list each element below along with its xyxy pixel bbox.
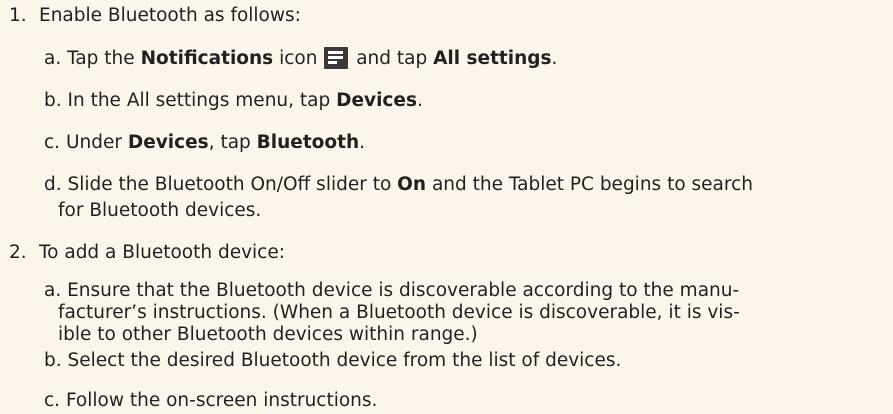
all-settings-term: All settings (433, 48, 552, 69)
substep-letter: b. (44, 350, 62, 371)
substep-text: . (551, 48, 558, 69)
substep-letter: c. (44, 132, 61, 153)
step-2: 2. To add a Bluetooth device: (9, 240, 285, 266)
step-text: Enable Bluetooth as follows: (39, 5, 301, 26)
substep-1a: a. Tap the Notifications icon and tap Al… (44, 46, 557, 72)
on-term: On (397, 174, 427, 195)
substep-letter: d. (44, 174, 62, 195)
notifications-term: Notifications (140, 48, 274, 69)
substep-text: . (416, 90, 423, 111)
substep-text: Ensure that the Bluetooth device is disc… (67, 280, 740, 301)
notifications-icon (324, 47, 349, 69)
substep-text: icon (273, 48, 324, 69)
substep-letter: c. (44, 390, 61, 411)
step-number: 1. (9, 5, 27, 26)
substep-1b: b. In the All settings menu, tap Devices… (44, 88, 423, 114)
substep-letter: a. (44, 280, 62, 301)
substep-1d-continued: for Bluetooth devices. (58, 200, 262, 221)
substep-1d: d. Slide the Bluetooth On/Off slider to … (44, 172, 753, 198)
substep-text: In the All settings menu, tap (67, 90, 337, 111)
substep-2a-continued: ible to other Bluetooth devices within r… (58, 324, 478, 345)
substep-text: and the Tablet PC begins to search (426, 174, 753, 195)
devices-term: Devices (336, 90, 417, 111)
substep-text: . (359, 132, 365, 153)
substep-text: Select the desired Bluetooth device from… (67, 350, 622, 371)
substep-text: Under (65, 132, 128, 153)
substep-letter: b. (44, 90, 62, 111)
substep-text: , tap (208, 132, 257, 153)
substep-text: and tap (350, 48, 434, 69)
substep-2c: c. Follow the on-screen instructions. (44, 388, 377, 414)
substep-letter: a. (44, 48, 62, 69)
substep-text: Follow the on-screen instructions. (65, 390, 378, 411)
step-text: To add a Bluetooth device: (39, 242, 285, 263)
substep-1c: c. Under Devices, tap Bluetooth. (44, 130, 365, 156)
bluetooth-term: Bluetooth (256, 132, 360, 153)
substep-text: Slide the Bluetooth On/Off slider to (67, 174, 398, 195)
substep-text: Tap the (67, 48, 141, 69)
substep-2b: b. Select the desired Bluetooth device f… (44, 348, 621, 374)
step-number: 2. (9, 242, 27, 263)
devices-term: Devices (127, 132, 209, 153)
step-1: 1. Enable Bluetooth as follows: (9, 3, 301, 29)
